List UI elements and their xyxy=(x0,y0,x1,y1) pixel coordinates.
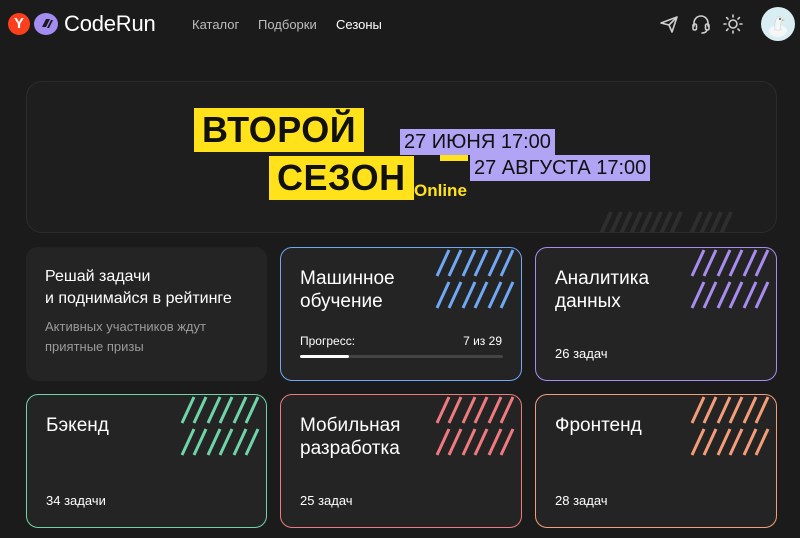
nav-seasons[interactable]: Сезоны xyxy=(336,17,382,32)
avatar[interactable] xyxy=(761,7,795,41)
banner-date-end: 27 АВГУСТА 17:00 xyxy=(470,155,651,181)
task-count: 34 задачи xyxy=(46,493,106,508)
headset-icon[interactable] xyxy=(690,13,712,35)
banner-date-dash xyxy=(440,155,468,161)
stripes-decoration xyxy=(690,396,770,456)
banner-title-line1: ВТОРОЙ xyxy=(194,108,365,152)
progress-label: Прогресс: xyxy=(300,334,356,348)
card-title: Бэкенд xyxy=(46,415,109,436)
top-header: Y CodeRun Каталог Подборки Сезоны xyxy=(0,0,800,50)
stripes-decoration xyxy=(690,249,770,309)
stripes-decoration xyxy=(435,396,515,456)
track-card-backend[interactable]: Бэкенд 34 задачи xyxy=(26,394,267,528)
yandex-logo-icon[interactable]: Y xyxy=(8,13,30,35)
progress-bar xyxy=(300,355,503,358)
progress-fill xyxy=(300,355,349,358)
nav-collections[interactable]: Подборки xyxy=(258,17,317,32)
banner-format: Online xyxy=(414,181,467,200)
card-title: Мобильная разработка xyxy=(300,415,401,459)
track-card-mobile[interactable]: Мобильная разработка 25 задач xyxy=(280,394,522,528)
track-card-ml[interactable]: Машинное обучение Прогресс: 7 из 29 xyxy=(280,247,522,381)
task-count: 26 задач xyxy=(555,346,608,361)
stripes-decoration xyxy=(435,249,515,309)
track-card-frontend[interactable]: Фронтенд 28 задач xyxy=(535,394,777,528)
banner-date-start: 27 ИЮНЯ 17:00 xyxy=(400,129,555,155)
task-count: 28 задач xyxy=(555,493,608,508)
send-icon[interactable] xyxy=(658,13,680,35)
intro-description: Активных участников ждут приятные призы xyxy=(45,319,206,354)
intro-title: Решай задачи и поднимайся в рейтинге xyxy=(45,268,232,307)
sun-icon[interactable] xyxy=(722,13,744,35)
brand-name[interactable]: CodeRun xyxy=(64,11,156,37)
card-title: Машинное обучение xyxy=(300,268,395,312)
card-title: Аналитика данных xyxy=(555,268,650,312)
nav-catalog[interactable]: Каталог xyxy=(192,17,239,32)
banner-title-line2: СЕЗОН xyxy=(269,156,414,200)
intro-card: Решай задачи и поднимайся в рейтинге Акт… xyxy=(26,247,267,381)
progress-count: 7 из 29 xyxy=(463,334,502,348)
coderun-logo-icon[interactable] xyxy=(34,13,58,35)
banner-stripes-decoration xyxy=(599,211,733,232)
stripes-decoration xyxy=(180,396,260,456)
track-card-analytics[interactable]: Аналитика данных 26 задач xyxy=(535,247,777,381)
task-count: 25 задач xyxy=(300,493,353,508)
card-title: Фронтенд xyxy=(555,415,642,436)
